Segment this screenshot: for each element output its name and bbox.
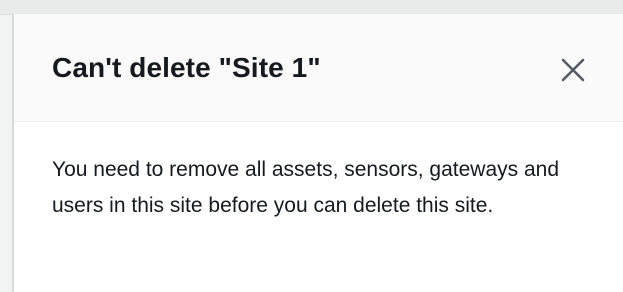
dialog-message: You need to remove all assets, sensors, …: [52, 158, 560, 217]
close-button[interactable]: [552, 52, 594, 88]
close-icon: [561, 58, 585, 82]
delete-site-dialog: Can't delete "Site 1" You need to remove…: [12, 14, 623, 292]
dialog-title: Can't delete "Site 1": [52, 52, 321, 83]
background-toolbar: [0, 0, 623, 15]
dialog-header: Can't delete "Site 1": [14, 14, 623, 122]
